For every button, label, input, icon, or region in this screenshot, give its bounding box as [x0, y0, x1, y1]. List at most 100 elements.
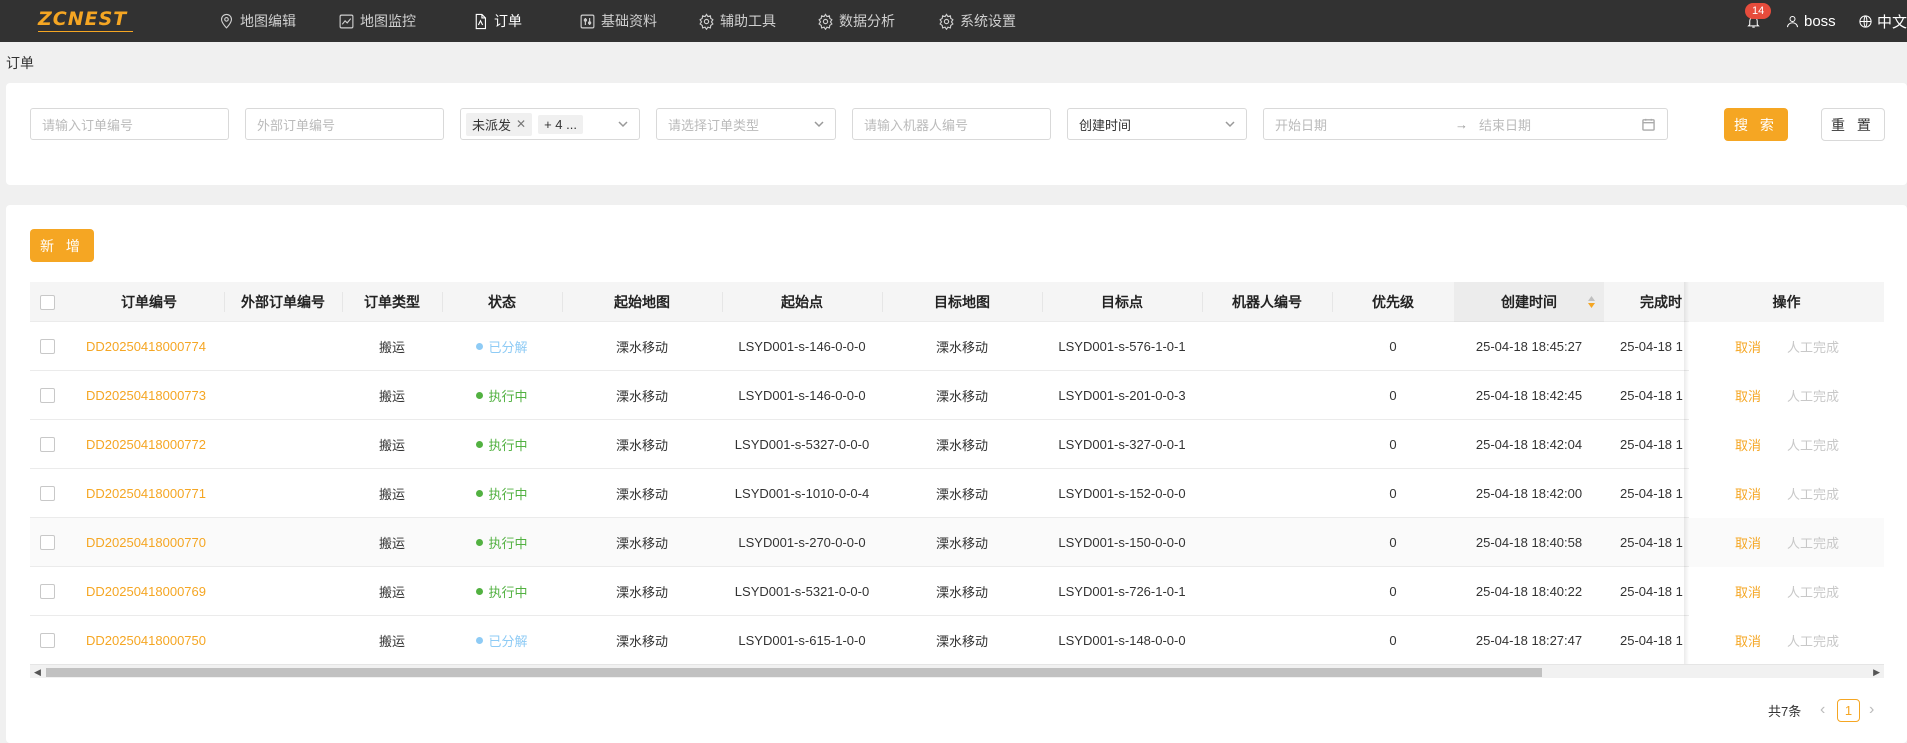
status-tag: 未派发 ✕: [466, 112, 533, 136]
start-point-cell: LSYD001-s-270-0-0-0: [738, 535, 866, 550]
nav-item-map-monitor[interactable]: 地图监控: [338, 0, 416, 42]
reset-button[interactable]: 重 置: [1821, 108, 1885, 141]
search-button[interactable]: 搜 索: [1724, 108, 1788, 141]
row-checkbox-cell[interactable]: [30, 616, 64, 665]
order-no-link[interactable]: DD20250418000774: [86, 322, 224, 371]
nav-item-tools[interactable]: 辅助工具: [698, 0, 776, 42]
target-point-cell: LSYD001-s-150-0-0-0: [1058, 535, 1186, 550]
order-no-input[interactable]: 请输入订单编号: [30, 108, 229, 140]
date-range-picker[interactable]: 开始日期 → 结束日期: [1263, 108, 1668, 140]
finished-time-cell: 25-04-18 1: [1620, 535, 1683, 550]
start-point-cell: LSYD001-s-1010-0-0-4: [734, 486, 870, 501]
start-date-input[interactable]: 开始日期: [1275, 115, 1455, 134]
nav-label: 基础资料: [601, 13, 657, 29]
row-checkbox[interactable]: [39, 388, 55, 403]
time-field-value: 创建时间: [1079, 117, 1132, 133]
status-cell: 已分解: [442, 616, 562, 665]
robot-no-cell: [1202, 567, 1332, 616]
select-all-checkbox[interactable]: [39, 294, 55, 310]
finished-time-cell: 25-04-18 1: [1620, 486, 1683, 501]
horizontal-scrollbar[interactable]: ◀ ▶: [30, 664, 1884, 678]
row-checkbox-cell[interactable]: [30, 371, 64, 420]
tag-close-icon[interactable]: ✕: [516, 117, 526, 131]
chevron-down-icon: [1225, 121, 1235, 128]
time-field-select[interactable]: 创建时间: [1067, 108, 1247, 140]
nav-item-basic-data[interactable]: 基础资料: [579, 0, 657, 42]
cancel-order-link[interactable]: 取消: [1735, 337, 1761, 356]
priority-cell: 0: [1389, 437, 1397, 452]
language-switch[interactable]: 中文: [1858, 0, 1907, 42]
status-cell: 执行中: [442, 371, 562, 420]
row-checkbox[interactable]: [39, 339, 55, 354]
start-map-cell: 溧水移动: [615, 487, 668, 502]
status-cell: 执行中: [442, 518, 562, 567]
nav-item-map-edit[interactable]: 地图编辑: [218, 0, 296, 42]
end-date-input[interactable]: 结束日期: [1479, 115, 1639, 134]
cancel-order-link[interactable]: 取消: [1735, 386, 1761, 405]
order-type-cell: 搬运: [378, 487, 405, 502]
page-1[interactable]: 1: [1837, 698, 1860, 722]
status-dot: [476, 637, 484, 644]
nav-item-settings[interactable]: 系统设置: [938, 0, 1016, 42]
manual-complete-link[interactable]: 人工完成: [1787, 582, 1839, 601]
manual-complete-link[interactable]: 人工完成: [1787, 386, 1839, 405]
manual-complete-link[interactable]: 人工完成: [1787, 435, 1839, 454]
manual-complete-link[interactable]: 人工完成: [1787, 533, 1839, 552]
external-order-no-input[interactable]: 外部订单编号: [245, 108, 444, 140]
robot-no-input[interactable]: 请输入机器人编号: [852, 108, 1051, 140]
order-no-link[interactable]: DD20250418000750: [86, 616, 224, 665]
scrollbar-thumb[interactable]: [46, 668, 1542, 677]
target-point-cell: LSYD001-s-327-0-0-1: [1058, 437, 1186, 452]
brand-logo[interactable]: ZCNEST: [38, 8, 134, 32]
finished-time-cell: 25-04-18 1: [1620, 388, 1683, 403]
status-multiselect[interactable]: 未派发 ✕ + 4 ...: [460, 108, 640, 140]
nav-item-analytics[interactable]: 数据分析: [817, 0, 895, 42]
order-no-link[interactable]: DD20250418000772: [86, 420, 224, 469]
user-menu[interactable]: boss: [1785, 0, 1836, 42]
target-map-cell: 溧水移动: [935, 536, 988, 551]
cancel-order-link[interactable]: 取消: [1735, 435, 1761, 454]
order-type-select[interactable]: 请选择订单类型: [656, 108, 836, 140]
scroll-left-icon[interactable]: ◀: [34, 667, 41, 678]
priority-cell: 0: [1389, 633, 1397, 648]
order-no-link[interactable]: DD20250418000769: [86, 567, 224, 616]
scroll-right-icon[interactable]: ▶: [1873, 667, 1880, 678]
row-checkbox[interactable]: [39, 633, 55, 648]
status-label: 执行中: [488, 487, 528, 502]
row-checkbox[interactable]: [39, 486, 55, 501]
row-checkbox-cell[interactable]: [30, 420, 64, 469]
order-no-link[interactable]: DD20250418000771: [86, 469, 224, 518]
row-checkbox[interactable]: [39, 584, 55, 599]
next-page-button[interactable]: ›: [1869, 699, 1874, 721]
created-time-cell: 25-04-18 18:27:47: [1475, 633, 1583, 648]
manual-complete-link[interactable]: 人工完成: [1787, 631, 1839, 650]
finished-time-cell: 25-04-18 1: [1620, 437, 1683, 452]
cancel-order-link[interactable]: 取消: [1735, 631, 1761, 650]
add-button[interactable]: 新 增: [30, 229, 94, 262]
start-point-cell: LSYD001-s-5327-0-0-0: [734, 437, 870, 452]
nav-label: 订单: [494, 13, 522, 29]
row-checkbox-cell[interactable]: [30, 322, 64, 371]
cancel-order-link[interactable]: 取消: [1735, 533, 1761, 552]
manual-complete-link[interactable]: 人工完成: [1787, 484, 1839, 503]
select-all-checkbox-cell[interactable]: [30, 282, 64, 322]
row-checkbox[interactable]: [39, 437, 55, 452]
row-checkbox-cell[interactable]: [30, 469, 64, 518]
row-checkbox-cell[interactable]: [30, 567, 64, 616]
cancel-order-link[interactable]: 取消: [1735, 484, 1761, 503]
row-checkbox-cell[interactable]: [30, 518, 64, 567]
col-created-time[interactable]: 创建时间: [1454, 282, 1604, 322]
user-name: boss: [1804, 12, 1836, 30]
start-point-cell: LSYD001-s-146-0-0-0: [738, 388, 866, 403]
sort-icon[interactable]: [1587, 295, 1596, 309]
order-type-cell: 搬运: [378, 389, 405, 404]
order-no-link[interactable]: DD20250418000770: [86, 518, 224, 567]
page-number-current[interactable]: 1: [1837, 698, 1860, 722]
row-checkbox[interactable]: [39, 535, 55, 550]
start-point-cell: LSYD001-s-615-1-0-0: [738, 633, 866, 648]
prev-page-button[interactable]: ‹: [1820, 699, 1825, 721]
nav-item-orders[interactable]: 订单: [472, 0, 522, 42]
manual-complete-link[interactable]: 人工完成: [1787, 337, 1839, 356]
cancel-order-link[interactable]: 取消: [1735, 582, 1761, 601]
order-no-link[interactable]: DD20250418000773: [86, 371, 224, 420]
